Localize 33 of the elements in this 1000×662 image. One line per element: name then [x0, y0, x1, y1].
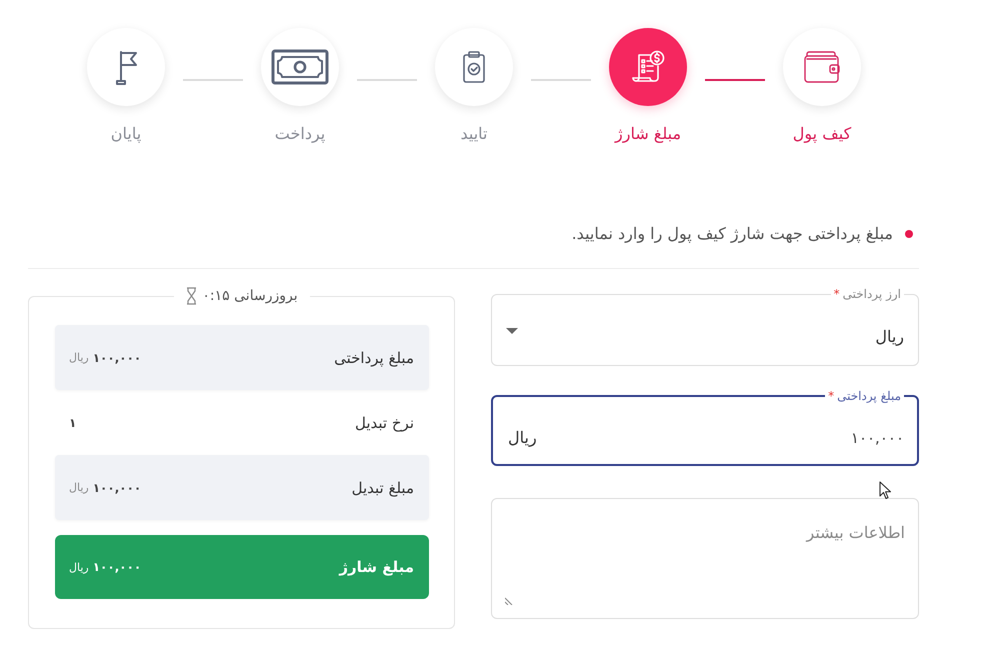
row-label: نرخ تبدیل: [354, 414, 414, 432]
field-label: ارز پرداختی: [842, 287, 901, 301]
amount-field[interactable]: مبلغ پرداختی * ۱۰۰,۰۰۰ ریال: [491, 389, 919, 466]
hourglass-icon: [186, 287, 198, 305]
step-label: پرداخت: [274, 123, 326, 145]
step-label: تایید: [460, 123, 488, 145]
currency-select[interactable]: ارز پرداختی * ریال: [491, 287, 919, 366]
step-label: کیف پول: [792, 123, 852, 145]
field-label: مبلغ پرداختی: [837, 389, 901, 403]
resize-handle-icon[interactable]: [505, 596, 514, 605]
step-label: مبلغ شارژ: [614, 123, 682, 145]
amount-value: ۱۰۰,۰۰۰: [92, 560, 142, 574]
currency-unit: ریال: [69, 481, 89, 494]
row-label: مبلغ پرداختی: [334, 348, 414, 366]
mouse-pointer-icon: [879, 481, 892, 500]
amount-input[interactable]: ۱۰۰,۰۰۰: [536, 428, 904, 446]
unit-label: ریال: [508, 428, 537, 447]
refresh-countdown: بروزرسانی ۰:۱۵: [202, 288, 298, 304]
required-mark: *: [834, 288, 840, 300]
currency-unit: ریال: [69, 560, 89, 574]
bullet-icon: [905, 230, 913, 238]
currency-unit: ریال: [69, 351, 89, 364]
step-label: پایان: [110, 123, 142, 145]
amount-value: ۱: [69, 416, 76, 430]
row-label: مبلغ تبدیل: [352, 478, 414, 496]
notes-textarea[interactable]: اطلاعات بیشتر: [491, 498, 919, 619]
amount-value: ۱۰۰,۰۰۰: [92, 350, 142, 364]
amount-value: ۱۰۰,۰۰۰: [92, 480, 142, 494]
caret-down-icon[interactable]: [506, 328, 518, 334]
instruction-text: مبلغ پرداختی جهت شارژ کیف پول را وارد نمایید.: [572, 223, 893, 245]
select-value: ریال: [875, 326, 904, 346]
row-label: مبلغ شارژ: [339, 558, 414, 576]
required-mark: *: [828, 390, 834, 402]
